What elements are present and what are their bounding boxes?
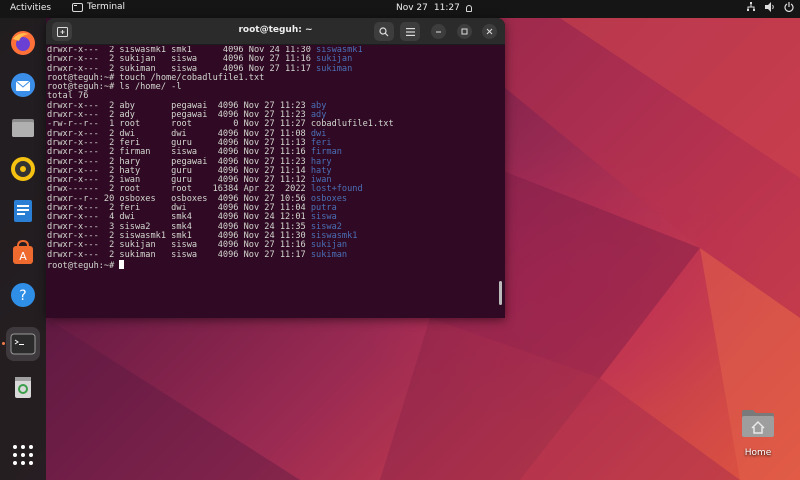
dock-trash[interactable] [6, 370, 40, 404]
directory-name: sukiman [316, 63, 353, 74]
running-indicator [2, 342, 5, 345]
svg-text:?: ? [19, 288, 26, 304]
dock: A ? [0, 18, 46, 480]
terminal-line: root@teguh:~# ls /home/ -l [47, 83, 505, 92]
rhythmbox-icon [11, 157, 35, 181]
terminal-output[interactable]: drwxr-x--- 2 siswasmk1 smk1 4096 Nov 24 … [46, 46, 505, 318]
search-icon [379, 26, 389, 36]
help-icon: ? [11, 283, 35, 307]
terminal-small-icon [72, 2, 83, 12]
activities-button[interactable]: Activities [10, 3, 51, 13]
terminal-titlebar[interactable]: root@teguh: ~ [46, 18, 505, 45]
files-icon [12, 119, 34, 137]
close-icon [486, 28, 493, 35]
clock-time: 11:27 [433, 3, 460, 13]
terminal-window[interactable]: root@teguh: ~ drwxr-x--- 2 siswasmk1 smk… [46, 18, 505, 318]
firefox-icon [11, 31, 35, 55]
home-label: Home [744, 448, 772, 458]
top-bar: Activities Terminal Nov 27 11:27 [0, 0, 800, 18]
search-button[interactable] [374, 22, 394, 41]
clock-date: Nov 27 [396, 3, 428, 13]
directory-name: sukiman [310, 249, 348, 260]
dock-help[interactable]: ? [6, 278, 40, 312]
terminal-cursor [119, 259, 125, 269]
app-menu[interactable]: Terminal [72, 2, 125, 12]
dock-thunderbird[interactable] [6, 68, 40, 102]
app-name: Terminal [87, 2, 126, 12]
hamburger-icon [405, 27, 415, 36]
dock-rhythmbox[interactable] [6, 152, 40, 186]
dock-firefox[interactable] [6, 26, 40, 60]
home-folder-icon [742, 410, 774, 437]
network-icon [746, 2, 756, 15]
minimize-button[interactable] [431, 24, 446, 39]
terminal-line: drwxr-x--- 2 sukiman siswa 4096 Nov 27 1… [47, 249, 505, 260]
clock-button[interactable]: Nov 27 11:27 [396, 3, 472, 13]
maximize-icon [461, 28, 468, 35]
dock-writer[interactable] [6, 194, 40, 228]
writer-icon [14, 200, 32, 222]
system-tray[interactable] [746, 2, 794, 15]
thunderbird-icon [11, 73, 35, 97]
power-icon [784, 2, 794, 15]
svg-text:A: A [19, 250, 27, 263]
terminal-icon [10, 333, 36, 355]
minimize-icon [436, 31, 441, 33]
close-button[interactable] [482, 24, 497, 39]
terminal-prompt-line[interactable]: root@teguh:~# [47, 259, 505, 271]
menu-button[interactable] [400, 22, 420, 41]
notification-icon [465, 4, 472, 12]
show-apps-icon [13, 445, 33, 465]
dock-software[interactable]: A [6, 236, 40, 270]
dock-show-apps[interactable] [6, 438, 40, 472]
desktop-home-icon[interactable]: Home [737, 408, 779, 463]
software-icon: A [13, 239, 33, 264]
volume-icon [765, 2, 775, 15]
dock-files[interactable] [6, 110, 40, 144]
trash-icon [15, 377, 31, 398]
terminal-line-text: drwxr-x--- 2 sukiman siswa 4096 Nov 27 1… [47, 249, 311, 260]
maximize-button[interactable] [457, 24, 472, 39]
dock-terminal[interactable] [6, 327, 40, 361]
terminal-scrollbar[interactable] [499, 281, 502, 305]
terminal-prompt: root@teguh:~# [47, 260, 120, 271]
